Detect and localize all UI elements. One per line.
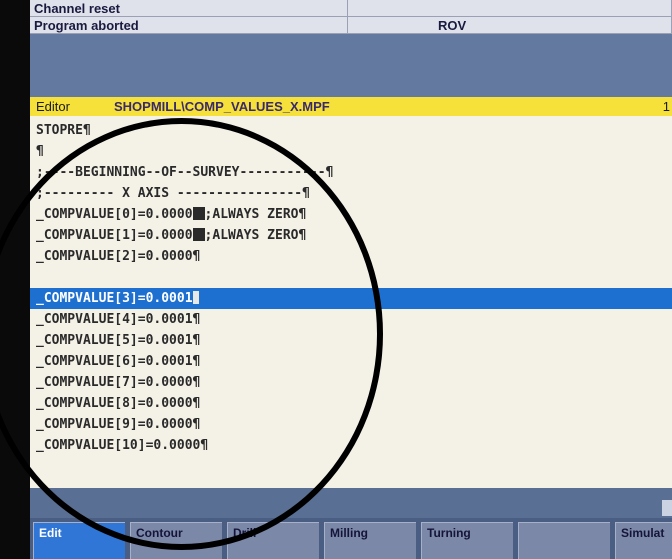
editor-text-area[interactable]: STOPRE¶ ¶ ;----BEGINNING--OF--SURVEY----… [30, 116, 672, 488]
code-text: ;--------- X AXIS ----------------¶ [36, 186, 310, 201]
softkey-milling[interactable]: Milling [324, 522, 416, 559]
softkey-drill[interactable]: Drill [227, 522, 319, 559]
code-comment: ;ALWAYS ZERO¶ [204, 228, 307, 243]
code-line-selected[interactable]: _COMPVALUE[3]=0.0001 [30, 288, 672, 309]
code-text: _COMPVALUE[8]=0.0000¶ [36, 396, 201, 411]
softkey-bar: Edit Contour Drill Milling Turning Simul… [30, 518, 672, 559]
code-line[interactable]: _COMPVALUE[5]=0.0001¶ [30, 330, 672, 351]
editor-header: Editor SHOPMILL\COMP_VALUES_X.MPF 1 [30, 97, 672, 116]
vertical-softkey-tab[interactable] [662, 500, 672, 516]
code-text: _COMPVALUE[5]=0.0001¶ [36, 333, 201, 348]
status-band [30, 34, 672, 97]
code-line[interactable]: ;----BEGINNING--OF--SURVEY-----------¶ [30, 162, 672, 183]
code-text: _COMPVALUE[6]=0.0001¶ [36, 354, 201, 369]
page-marker: 1 [662, 99, 670, 114]
code-comment: ;ALWAYS ZERO¶ [204, 207, 307, 222]
code-line[interactable]: ;--------- X AXIS ----------------¶ [30, 183, 672, 204]
file-path: SHOPMILL\COMP_VALUES_X.MPF [114, 99, 330, 114]
code-line[interactable]: ¶ [30, 141, 672, 162]
code-line[interactable]: _COMPVALUE[10]=0.0000¶ [30, 435, 672, 456]
code-line[interactable]: _COMPVALUE[7]=0.0000¶ [30, 372, 672, 393]
status-row-2: Program aborted ROV [30, 17, 672, 34]
code-line[interactable]: _COMPVALUE[9]=0.0000¶ [30, 414, 672, 435]
editor-label: Editor [36, 99, 70, 114]
softkey-simulation[interactable]: Simulat [615, 522, 672, 559]
rov-indicator: ROV [348, 17, 672, 34]
softkey-contour[interactable]: Contour [130, 522, 222, 559]
code-text: ¶ [36, 144, 44, 159]
softkey-empty[interactable] [518, 522, 610, 559]
code-text: _COMPVALUE[0]=0.0000 [36, 207, 193, 222]
hmi-screen: Channel reset Program aborted ROV Editor… [30, 0, 672, 559]
softkey-turning[interactable]: Turning [421, 522, 513, 559]
code-text: STOPRE¶ [36, 123, 91, 138]
code-line[interactable]: _COMPVALUE[8]=0.0000¶ [30, 393, 672, 414]
code-line[interactable]: _COMPVALUE[2]=0.0000¶ [30, 246, 672, 267]
code-text: _COMPVALUE[4]=0.0001¶ [36, 312, 201, 327]
status-cell-right-1 [348, 0, 672, 17]
code-text: _COMPVALUE[7]=0.0000¶ [36, 375, 201, 390]
code-line[interactable]: STOPRE¶ [30, 120, 672, 141]
status-row-1: Channel reset [30, 0, 672, 17]
code-text: _COMPVALUE[9]=0.0000¶ [36, 417, 201, 432]
text-cursor [192, 291, 199, 304]
code-text: _COMPVALUE[2]=0.0000¶ [36, 249, 201, 264]
channel-status: Channel reset [30, 0, 348, 17]
code-text: ;----BEGINNING--OF--SURVEY-----------¶ [36, 165, 334, 180]
code-line[interactable]: _COMPVALUE[1]=0.0000 ;ALWAYS ZERO¶ [30, 225, 672, 246]
program-status: Program aborted [30, 17, 348, 34]
code-line[interactable]: _COMPVALUE[4]=0.0001¶ [30, 309, 672, 330]
code-text: _COMPVALUE[3]=0.0001 [36, 291, 193, 306]
code-text: _COMPVALUE[10]=0.0000¶ [36, 438, 209, 453]
code-line[interactable]: _COMPVALUE[6]=0.0001¶ [30, 351, 672, 372]
code-line[interactable]: _COMPVALUE[0]=0.0000 ;ALWAYS ZERO¶ [30, 204, 672, 225]
code-text: _COMPVALUE[1]=0.0000 [36, 228, 193, 243]
softkey-edit[interactable]: Edit [33, 522, 125, 559]
